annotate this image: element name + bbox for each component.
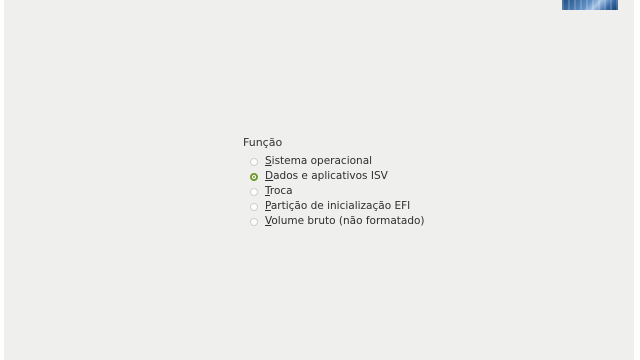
radio-option-operating-system[interactable]: Sistema operacional <box>250 154 463 169</box>
radio-option-label: Dados e aplicativos ISV <box>265 170 388 182</box>
radio-option-label: Sistema operacional <box>265 155 373 167</box>
role-group-label: Função <box>243 136 283 149</box>
screen-edge <box>634 0 640 360</box>
radio-option-label: Partição de inicialização EFI <box>265 200 411 212</box>
role-radio-group: Função Sistema operacional Dados e aplic… <box>243 136 463 229</box>
radio-option-raw-volume[interactable]: Volume bruto (não formatado) <box>250 214 463 229</box>
role-options: Sistema operacional Dados e aplicativos … <box>250 154 463 229</box>
radio-option-label: Volume bruto (não formatado) <box>265 215 425 227</box>
radio-button-checked-icon[interactable] <box>250 172 258 181</box>
radio-option-swap[interactable]: Troca <box>250 184 463 199</box>
radio-button-icon[interactable] <box>250 202 258 211</box>
radio-option-data-isv[interactable]: Dados e aplicativos ISV <box>250 169 463 184</box>
radio-button-icon[interactable] <box>250 217 258 226</box>
radio-button-icon[interactable] <box>250 157 258 166</box>
radio-option-efi-boot[interactable]: Partição de inicialização EFI <box>250 199 463 214</box>
partition-role-dialog: Função Sistema operacional Dados e aplic… <box>4 0 634 360</box>
radio-button-icon[interactable] <box>250 187 258 196</box>
background-thumbnail-icon <box>562 0 618 10</box>
radio-option-label: Troca <box>265 185 293 197</box>
